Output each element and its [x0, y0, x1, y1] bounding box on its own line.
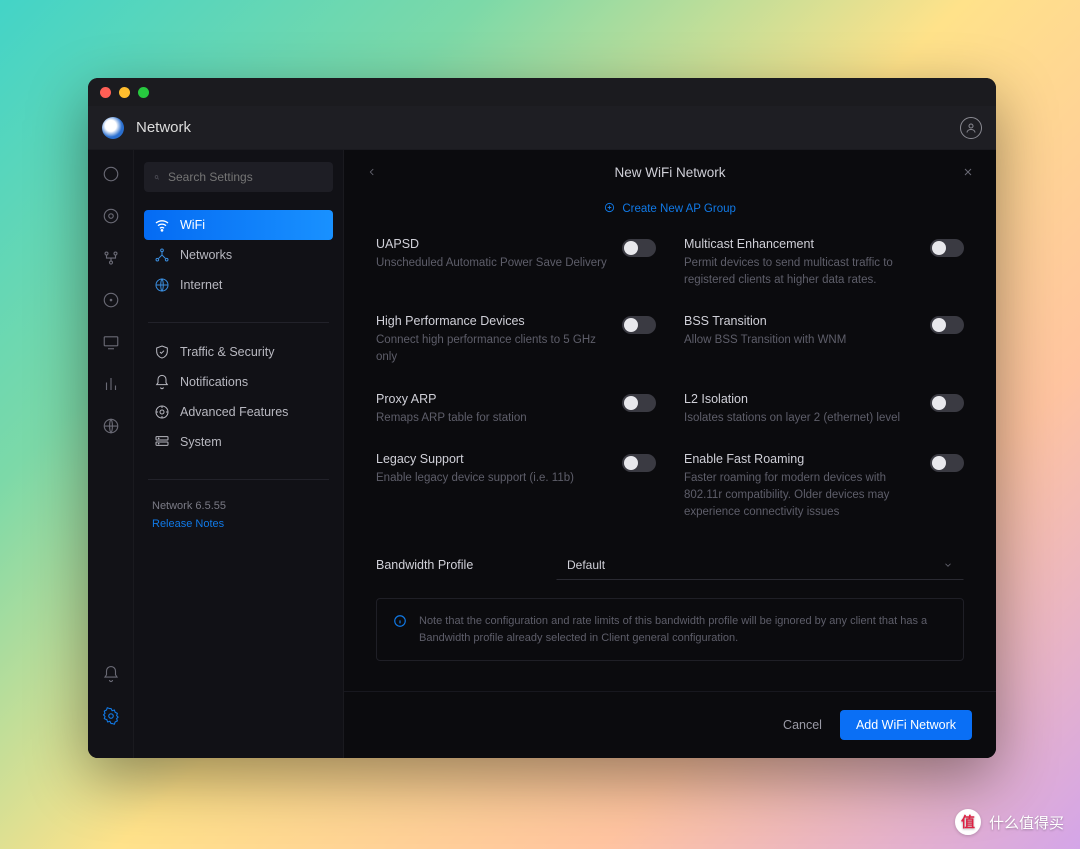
toggle-proxy-arp[interactable]: [622, 394, 656, 412]
settings-sidebar: WiFi Networks Internet Traffic & Securit…: [134, 150, 344, 758]
sidebar-item-notifications[interactable]: Notifications: [144, 367, 333, 397]
rail-settings-icon[interactable]: [101, 706, 121, 726]
rail-clients-icon[interactable]: [101, 248, 121, 268]
bandwidth-note: Note that the configuration and rate lim…: [376, 598, 964, 661]
toggle-high-perf[interactable]: [622, 316, 656, 334]
sidebar-label: Notifications: [180, 375, 248, 389]
sidebar-item-system[interactable]: System: [144, 427, 333, 457]
app-header: Network: [88, 106, 996, 150]
back-button[interactable]: [360, 160, 384, 184]
setting-bss: BSS Transition Allow BSS Transition with…: [684, 314, 964, 365]
setting-fast-roaming: Enable Fast Roaming Faster roaming for m…: [684, 452, 964, 520]
chevron-down-icon: [943, 560, 953, 570]
rail-dashboard-icon[interactable]: [101, 164, 121, 184]
toggle-fast-roaming[interactable]: [930, 454, 964, 472]
sidebar-label: WiFi: [180, 218, 205, 232]
toggle-multicast[interactable]: [930, 239, 964, 257]
create-ap-group-link[interactable]: Create New AP Group: [376, 202, 964, 215]
sidebar-item-internet[interactable]: Internet: [144, 270, 333, 300]
release-notes-link[interactable]: Release Notes: [152, 518, 325, 530]
bandwidth-select[interactable]: Default: [556, 550, 964, 580]
rail-globe-icon[interactable]: [101, 416, 121, 436]
window-maximize-button[interactable]: [138, 87, 149, 98]
sidebar-label: Internet: [180, 278, 222, 292]
sidebar-item-advanced[interactable]: Advanced Features: [144, 397, 333, 427]
toggle-bss[interactable]: [930, 316, 964, 334]
bandwidth-label: Bandwidth Profile: [376, 558, 516, 572]
main-panel: New WiFi Network Create New AP Group UAP…: [344, 150, 996, 758]
panel-footer: Cancel Add WiFi Network: [344, 691, 996, 758]
sidebar-label: Networks: [180, 248, 232, 262]
search-settings[interactable]: [144, 162, 333, 192]
account-icon[interactable]: [960, 117, 982, 139]
watermark: 值 什么值得买: [955, 809, 1064, 835]
window-minimize-button[interactable]: [119, 87, 130, 98]
titlebar: [88, 78, 996, 106]
rail-notifications-icon[interactable]: [101, 664, 121, 684]
rail-topology-icon[interactable]: [101, 206, 121, 226]
setting-uapsd: UAPSD Unscheduled Automatic Power Save D…: [376, 237, 656, 288]
sidebar-item-networks[interactable]: Networks: [144, 240, 333, 270]
panel-title: New WiFi Network: [384, 165, 956, 180]
setting-proxy-arp: Proxy ARP Remaps ARP table for station: [376, 392, 656, 427]
close-button[interactable]: [956, 160, 980, 184]
rail-location-icon[interactable]: [101, 290, 121, 310]
sidebar-label: Traffic & Security: [180, 345, 274, 359]
cancel-button[interactable]: Cancel: [783, 718, 822, 732]
setting-multicast: Multicast Enhancement Permit devices to …: [684, 237, 964, 288]
rail-devices-icon[interactable]: [101, 332, 121, 352]
sidebar-item-wifi[interactable]: WiFi: [144, 210, 333, 240]
sidebar-item-traffic-security[interactable]: Traffic & Security: [144, 337, 333, 367]
app-window: Network: [88, 78, 996, 758]
setting-high-perf: High Performance Devices Connect high pe…: [376, 314, 656, 365]
toggle-l2-isolation[interactable]: [930, 394, 964, 412]
setting-legacy: Legacy Support Enable legacy device supp…: [376, 452, 656, 520]
app-title: Network: [136, 119, 191, 136]
setting-l2-isolation: L2 Isolation Isolates stations on layer …: [684, 392, 964, 427]
sidebar-label: Advanced Features: [180, 405, 288, 419]
window-close-button[interactable]: [100, 87, 111, 98]
toggle-legacy[interactable]: [622, 454, 656, 472]
version-text: Network 6.5.55: [152, 500, 325, 512]
sidebar-label: System: [180, 435, 222, 449]
app-logo-icon: [102, 117, 124, 139]
nav-rail: [88, 150, 134, 758]
add-wifi-network-button[interactable]: Add WiFi Network: [840, 710, 972, 740]
toggle-uapsd[interactable]: [622, 239, 656, 257]
info-icon: [393, 614, 407, 628]
watermark-badge-icon: 值: [955, 809, 981, 835]
search-input[interactable]: [168, 170, 323, 184]
rail-stats-icon[interactable]: [101, 374, 121, 394]
